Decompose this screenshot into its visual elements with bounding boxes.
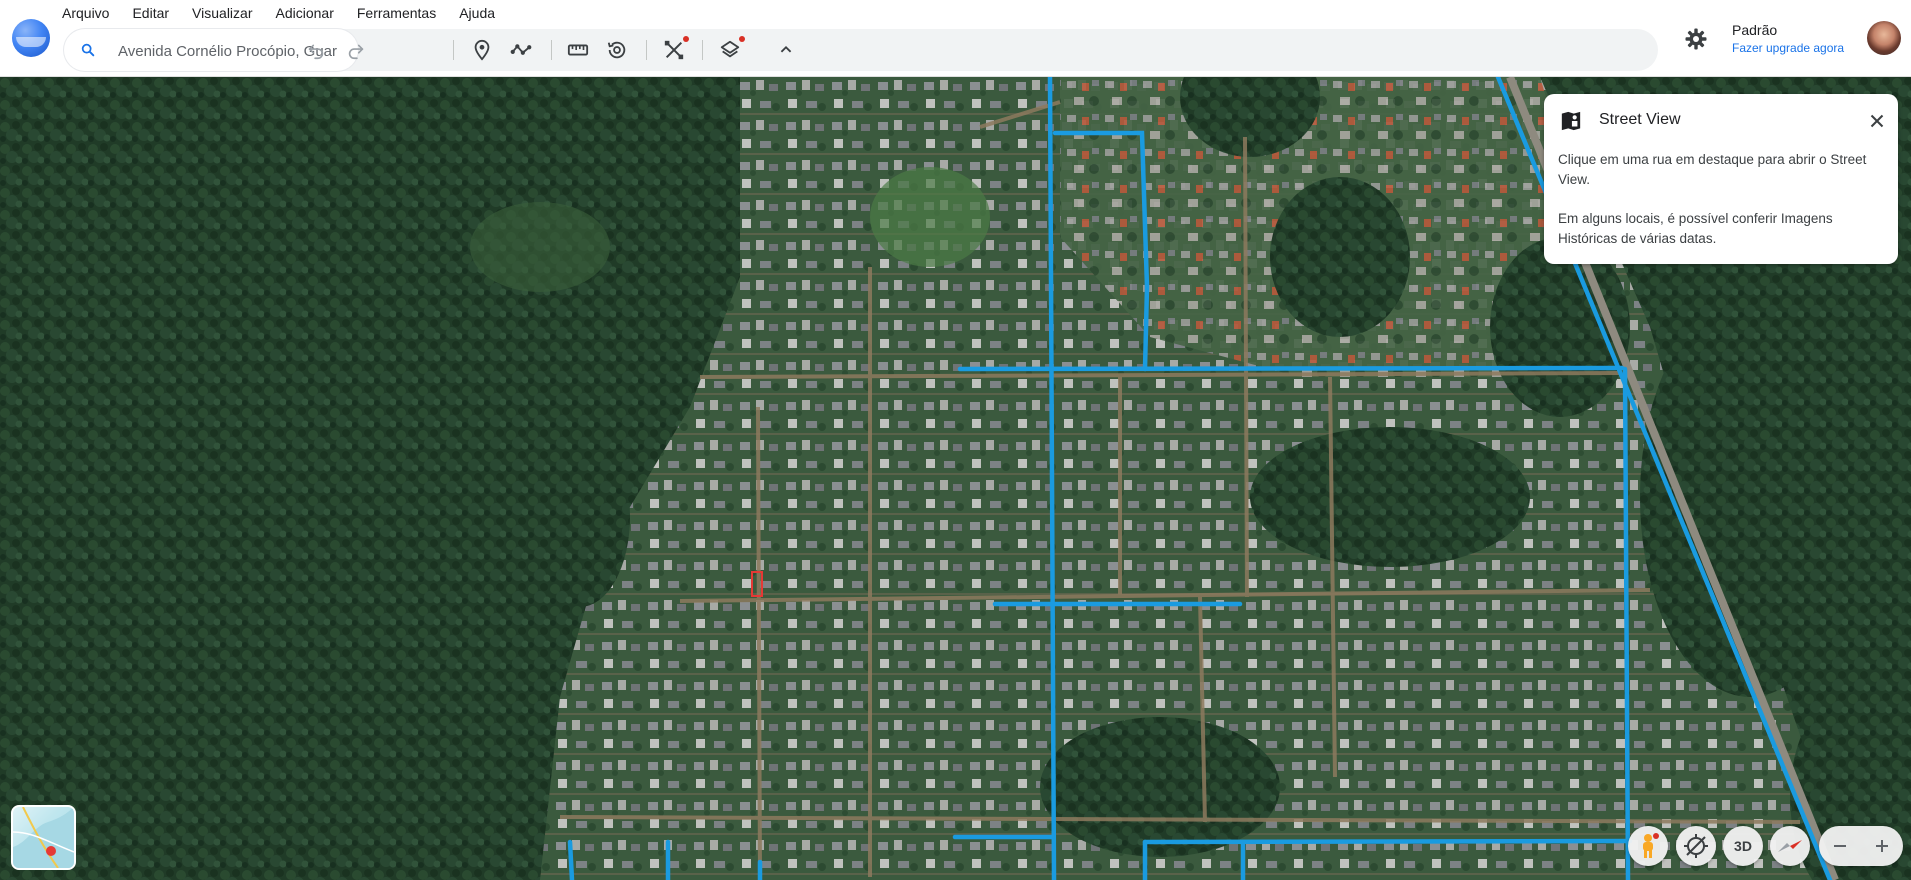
menu-ferramentas[interactable]: Ferramentas bbox=[357, 4, 447, 24]
toolbar-divider bbox=[453, 40, 454, 60]
menu-bar: Arquivo Editar Visualizar Adicionar Ferr… bbox=[62, 4, 518, 24]
undo-icon bbox=[308, 44, 324, 60]
ruler-icon bbox=[567, 44, 589, 56]
google-earth-logo[interactable] bbox=[12, 19, 50, 57]
avatar[interactable] bbox=[1867, 21, 1901, 55]
historical-imagery-button[interactable] bbox=[605, 38, 629, 62]
street-view-panel: Street View Clique em uma rua em destaqu… bbox=[1544, 94, 1898, 264]
menu-visualizar[interactable]: Visualizar bbox=[192, 4, 263, 24]
tilt-icon bbox=[1684, 834, 1708, 858]
street-view-description: Clique em uma rua em destaque para abrir… bbox=[1558, 152, 1867, 187]
add-path-button[interactable] bbox=[509, 38, 533, 62]
chevron-up-icon bbox=[780, 45, 792, 53]
toolbar-divider bbox=[702, 40, 703, 60]
account-name: Padrão bbox=[1732, 22, 1778, 38]
toolbar-divider bbox=[551, 40, 552, 60]
minus-icon bbox=[1834, 845, 1846, 847]
layers-icon bbox=[720, 40, 740, 58]
zoom-controls bbox=[1819, 826, 1903, 866]
compass-icon bbox=[1778, 840, 1802, 852]
toolbar-divider bbox=[646, 40, 647, 60]
layers-button[interactable] bbox=[718, 36, 745, 62]
tools-button[interactable] bbox=[662, 36, 689, 62]
street-view-history-note: Em alguns locais, é possível conferir Im… bbox=[1558, 211, 1833, 246]
tools-icon bbox=[664, 40, 684, 60]
map-thumbnail-icon bbox=[13, 807, 74, 868]
menu-editar[interactable]: Editar bbox=[132, 4, 180, 24]
menu-adicionar[interactable]: Adicionar bbox=[275, 4, 344, 24]
menu-ajuda[interactable]: Ajuda bbox=[459, 4, 506, 24]
pegman-icon bbox=[1643, 833, 1659, 858]
upgrade-link[interactable]: Fazer upgrade agora bbox=[1732, 41, 1844, 55]
compass-button[interactable] bbox=[1770, 826, 1810, 866]
placemark-icon bbox=[474, 39, 490, 61]
zoom-out-button[interactable] bbox=[1819, 826, 1861, 866]
map-style-thumbnail[interactable] bbox=[11, 805, 76, 870]
redo-button[interactable] bbox=[344, 38, 368, 62]
street-view-title: Street View bbox=[1599, 111, 1681, 128]
zoom-in-button[interactable] bbox=[1861, 826, 1903, 866]
notification-dot bbox=[739, 36, 745, 42]
plus-icon bbox=[1876, 840, 1888, 852]
pegman-button[interactable] bbox=[1628, 826, 1668, 866]
gear-icon[interactable] bbox=[1684, 27, 1708, 51]
redo-icon bbox=[348, 44, 364, 60]
historical-imagery-icon bbox=[607, 41, 626, 59]
notification-dot bbox=[683, 36, 689, 42]
close-icon[interactable] bbox=[1866, 110, 1888, 132]
search-icon[interactable] bbox=[80, 42, 96, 58]
reset-tilt-button[interactable] bbox=[1676, 826, 1716, 866]
street-view-map-icon bbox=[1561, 111, 1581, 131]
add-placemark-button[interactable] bbox=[470, 38, 494, 62]
path-icon bbox=[510, 44, 532, 55]
measure-button[interactable] bbox=[566, 38, 590, 62]
toolbar bbox=[64, 29, 1658, 71]
collapse-toolbar-button[interactable] bbox=[774, 38, 798, 62]
3d-toggle-button[interactable]: 3D bbox=[1723, 826, 1763, 866]
3d-label: 3D bbox=[1734, 838, 1752, 854]
top-bar: Arquivo Editar Visualizar Adicionar Ferr… bbox=[0, 0, 1911, 77]
menu-arquivo[interactable]: Arquivo bbox=[62, 4, 120, 24]
undo-button[interactable] bbox=[304, 38, 328, 62]
